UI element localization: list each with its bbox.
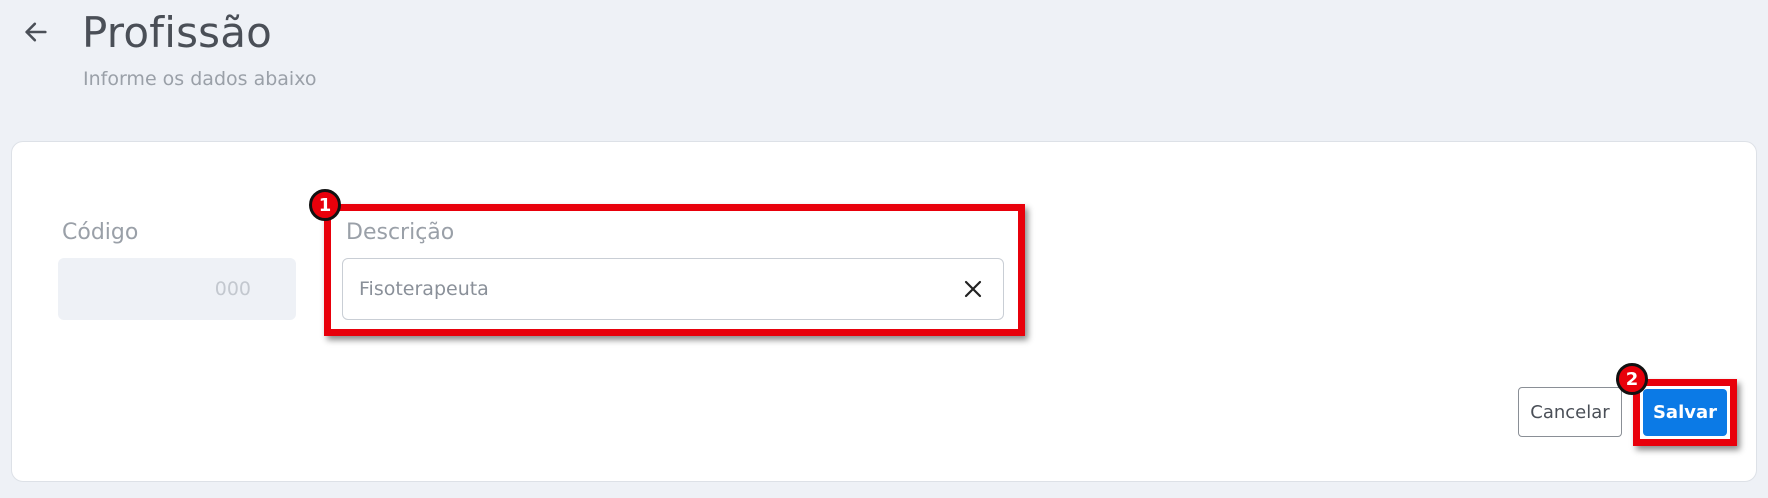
highlight-box-1 [324,204,1025,336]
page-subtitle: Informe os dados abaixo [83,68,317,90]
codigo-label: Código [62,220,139,245]
arrow-left-icon [25,22,47,42]
page-title: Profissão [82,8,273,57]
back-button[interactable] [18,14,54,50]
form-card: Código 000 Descrição Fisoterapeuta Cance… [11,141,1757,482]
codigo-field: 000 [58,258,296,320]
step-marker-2: 2 [1616,363,1648,395]
cancel-button[interactable]: Cancelar [1518,387,1622,437]
step-marker-1: 1 [309,189,341,221]
highlight-box-2 [1633,379,1737,446]
